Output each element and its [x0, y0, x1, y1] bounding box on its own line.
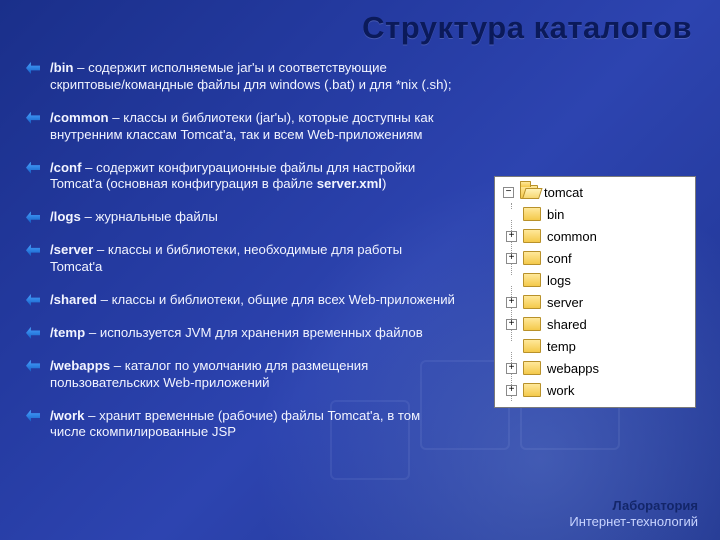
tree-node[interactable]: bin	[512, 203, 693, 225]
dir-desc: – классы и библиотеки, необходимые для р…	[50, 242, 402, 274]
folder-open-icon	[520, 185, 538, 199]
tree-label: work	[547, 383, 574, 398]
dir-name: /webapps	[50, 358, 110, 373]
dir-name: /logs	[50, 209, 81, 224]
list-item: /temp – используется JVM для хранения вр…	[26, 325, 456, 342]
dir-desc: )	[382, 176, 386, 191]
footer-sub: Интернет-технологий	[569, 514, 698, 530]
list-item: /server – классы и библиотеки, необходим…	[26, 242, 456, 276]
footer: Лаборатория Интернет-технологий	[569, 498, 698, 531]
tree-node[interactable]: temp	[512, 335, 693, 357]
highlight: server.xml	[317, 176, 382, 191]
folder-icon	[523, 229, 541, 243]
folder-icon	[523, 251, 541, 265]
spacer-icon	[506, 341, 517, 352]
folder-tree: − tomcat bin +common +conf logs +server …	[494, 176, 696, 408]
tree-label: server	[547, 295, 583, 310]
dir-name: /bin	[50, 60, 73, 75]
tree-label: webapps	[547, 361, 599, 376]
list-item: /logs – журнальные файлы	[26, 209, 456, 226]
dir-name: /work	[50, 408, 84, 423]
tree-children: bin +common +conf logs +server +shared t…	[511, 203, 693, 401]
expand-icon[interactable]: +	[506, 231, 517, 242]
dir-desc: – содержит исполняемые jar'ы и соответст…	[50, 60, 452, 92]
collapse-icon[interactable]: −	[503, 187, 514, 198]
expand-icon[interactable]: +	[506, 319, 517, 330]
tree-label: conf	[547, 251, 572, 266]
dir-name: /shared	[50, 292, 97, 307]
tree-node[interactable]: +work	[512, 379, 693, 401]
tree-label: bin	[547, 207, 564, 222]
tree-node[interactable]: +webapps	[512, 357, 693, 379]
tree-label: tomcat	[544, 185, 583, 200]
dir-name: /server	[50, 242, 93, 257]
list-item: /webapps – каталог по умолчанию для разм…	[26, 358, 456, 392]
list-item: /conf – содержит конфигурационные файлы …	[26, 160, 456, 194]
page-title: Структура каталогов	[362, 10, 692, 46]
dir-desc: – классы и библиотеки, общие для всех We…	[97, 292, 455, 307]
tree-label: logs	[547, 273, 571, 288]
dir-desc: – журнальные файлы	[81, 209, 218, 224]
expand-icon[interactable]: +	[506, 253, 517, 264]
dir-name: /temp	[50, 325, 85, 340]
tree-label: temp	[547, 339, 576, 354]
tree-root[interactable]: − tomcat	[497, 181, 693, 203]
expand-icon[interactable]: +	[506, 363, 517, 374]
tree-node[interactable]: +server	[512, 291, 693, 313]
folder-icon	[523, 207, 541, 221]
folder-icon	[523, 317, 541, 331]
tree-label: shared	[547, 317, 587, 332]
footer-lab: Лаборатория	[569, 498, 698, 514]
spacer-icon	[506, 209, 517, 220]
expand-icon[interactable]: +	[506, 385, 517, 396]
dir-name: /common	[50, 110, 109, 125]
dir-desc: – хранит временные (рабочие) файлы Tomca…	[50, 408, 420, 440]
tree-node[interactable]: logs	[512, 269, 693, 291]
dir-name: /conf	[50, 160, 82, 175]
folder-icon	[523, 339, 541, 353]
tree-label: common	[547, 229, 597, 244]
dir-desc: – используется JVM для хранения временны…	[85, 325, 423, 340]
list-item: /common – классы и библиотеки (jar'ы), к…	[26, 110, 456, 144]
expand-icon[interactable]: +	[506, 297, 517, 308]
folder-icon	[523, 273, 541, 287]
tree-node[interactable]: +common	[512, 225, 693, 247]
folder-icon	[523, 383, 541, 397]
folder-icon	[523, 361, 541, 375]
list-item: /bin – содержит исполняемые jar'ы и соот…	[26, 60, 456, 94]
list-item: /work – хранит временные (рабочие) файлы…	[26, 408, 456, 442]
spacer-icon	[506, 275, 517, 286]
tree-node[interactable]: +conf	[512, 247, 693, 269]
folder-icon	[523, 295, 541, 309]
bullet-list: /bin – содержит исполняемые jar'ы и соот…	[26, 60, 456, 457]
list-item: /shared – классы и библиотеки, общие для…	[26, 292, 456, 309]
tree-node[interactable]: +shared	[512, 313, 693, 335]
